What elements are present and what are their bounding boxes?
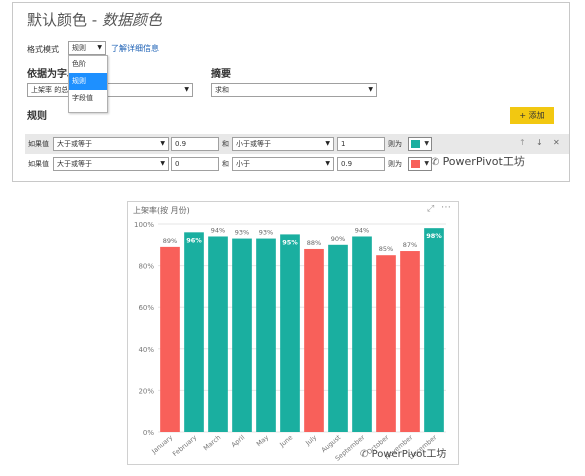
bar bbox=[208, 236, 228, 432]
data-label: 95% bbox=[282, 238, 298, 246]
data-label: 98% bbox=[426, 232, 442, 240]
x-tick-label: July bbox=[303, 433, 318, 447]
format-mode-select[interactable]: 规则 ▼ bbox=[68, 41, 106, 55]
then-label: 则为 bbox=[388, 140, 402, 148]
title-main: 默认颜色 bbox=[27, 11, 88, 29]
and-label: 和 bbox=[222, 140, 229, 148]
if-value-label: 如果值 bbox=[28, 160, 49, 168]
menu-item-color-scale[interactable]: 色阶 bbox=[69, 56, 107, 73]
x-tick-label: April bbox=[230, 433, 247, 449]
y-tick-label: 20% bbox=[138, 387, 154, 395]
operator-1-select[interactable]: 大于或等于 ▼ bbox=[53, 137, 169, 151]
bar bbox=[280, 234, 300, 432]
y-tick-label: 0% bbox=[143, 429, 154, 437]
bar bbox=[160, 246, 180, 432]
watermark-text: PowerPivot工坊 bbox=[442, 155, 525, 168]
bar bbox=[184, 232, 204, 432]
value-1-input[interactable]: 0 bbox=[171, 157, 219, 171]
watermark: ✆ PowerPivot工坊 bbox=[431, 153, 525, 169]
summary-value: 求和 bbox=[215, 86, 229, 94]
move-down-icon[interactable]: ↓ bbox=[536, 138, 543, 147]
bar bbox=[376, 255, 396, 432]
data-label: 94% bbox=[355, 226, 369, 234]
chart-visual[interactable]: 上架率(按 月份) ⤢ ⋯ 0% 20% 40% 60% 80% 100% 89% Janua… bbox=[127, 201, 459, 465]
y-tick-label: 60% bbox=[138, 304, 154, 312]
summary-select[interactable]: 求和 ▼ bbox=[211, 83, 377, 97]
data-label: 96% bbox=[186, 236, 202, 244]
dialog-title: 默认颜色 - 数据颜色 bbox=[27, 9, 162, 30]
value-2-input[interactable]: 0.9 bbox=[337, 157, 385, 171]
add-rule-button[interactable]: + 添加 bbox=[510, 107, 554, 124]
chevron-down-icon: ▼ bbox=[160, 160, 165, 167]
bar-chart: 0%20%40%60%80%100%89%January96%February9… bbox=[134, 221, 446, 463]
rules-label: 规则 bbox=[27, 111, 47, 122]
bar bbox=[424, 228, 444, 432]
data-label: 93% bbox=[235, 229, 249, 237]
chevron-down-icon: ▼ bbox=[184, 86, 189, 93]
wechat-icon: ✆ bbox=[360, 449, 372, 460]
operator-2-select[interactable]: 小于或等于 ▼ bbox=[232, 137, 334, 151]
chevron-down-icon: ▼ bbox=[325, 140, 330, 147]
x-tick-label: February bbox=[171, 433, 198, 458]
color-swatch bbox=[411, 160, 420, 168]
operator-1-value: 大于或等于 bbox=[57, 140, 92, 148]
then-label: 则为 bbox=[388, 160, 402, 168]
operator-2-value: 小于或等于 bbox=[236, 140, 271, 148]
x-tick-label: March bbox=[202, 433, 222, 452]
and-label: 和 bbox=[222, 160, 229, 168]
bar bbox=[256, 238, 276, 432]
operator-2-value: 小于 bbox=[236, 160, 250, 168]
data-label: 89% bbox=[163, 237, 177, 245]
data-label: 94% bbox=[211, 226, 225, 234]
bar bbox=[400, 251, 420, 432]
wechat-icon: ✆ bbox=[431, 157, 443, 168]
format-mode-label: 格式模式 bbox=[27, 45, 59, 54]
chevron-down-icon: ▼ bbox=[424, 160, 429, 167]
operator-1-select[interactable]: 大于或等于 ▼ bbox=[53, 157, 169, 171]
chevron-down-icon: ▼ bbox=[368, 86, 373, 93]
x-tick-label: May bbox=[255, 433, 271, 448]
rule-row: 如果值 大于或等于 ▼ 0.9 和 小于或等于 ▼ 1 则为 ▼ ↑ ↓ ✕ bbox=[25, 134, 569, 154]
learn-more-link[interactable]: 了解详细信息 bbox=[111, 43, 159, 54]
move-up-icon[interactable]: ↑ bbox=[519, 138, 526, 147]
data-label: 93% bbox=[259, 229, 273, 237]
bar bbox=[304, 248, 324, 432]
based-on-value: 上架率 的总 bbox=[31, 86, 69, 94]
chevron-down-icon: ▼ bbox=[97, 44, 102, 51]
bar bbox=[328, 244, 348, 432]
color-picker[interactable]: ▼ bbox=[408, 157, 432, 171]
data-label: 88% bbox=[307, 239, 321, 247]
chevron-down-icon: ▼ bbox=[160, 140, 165, 147]
watermark: ✆ PowerPivot工坊 bbox=[360, 445, 446, 460]
y-tick-label: 40% bbox=[138, 346, 154, 354]
operator-1-value: 大于或等于 bbox=[57, 160, 92, 168]
data-colors-dialog: 默认颜色 - 数据颜色 格式模式 规则 ▼ 了解详细信息 依据为字段 上架率 的总… bbox=[12, 2, 570, 182]
bar bbox=[352, 236, 372, 432]
format-mode-menu: 色阶 规则 字段值 bbox=[68, 55, 108, 113]
bar bbox=[232, 238, 252, 432]
x-tick-label: June bbox=[278, 433, 295, 449]
watermark-text: PowerPivot工坊 bbox=[371, 449, 447, 460]
if-value-label: 如果值 bbox=[28, 140, 49, 148]
color-picker[interactable]: ▼ bbox=[408, 137, 432, 151]
title-separator: - bbox=[87, 11, 102, 29]
y-tick-label: 100% bbox=[134, 221, 154, 229]
data-label: 85% bbox=[379, 245, 393, 253]
format-mode-value: 规则 bbox=[72, 44, 86, 52]
data-label: 90% bbox=[331, 235, 345, 243]
based-on-select[interactable]: 上架率 的总 ▼ bbox=[27, 83, 193, 97]
chevron-down-icon: ▼ bbox=[424, 140, 429, 147]
chevron-down-icon: ▼ bbox=[325, 160, 330, 167]
summary-label: 摘要 bbox=[211, 69, 231, 80]
delete-icon[interactable]: ✕ bbox=[553, 138, 560, 147]
value-1-input[interactable]: 0.9 bbox=[171, 137, 219, 151]
operator-2-select[interactable]: 小于 ▼ bbox=[232, 157, 334, 171]
title-sub: 数据颜色 bbox=[101, 11, 162, 29]
value-2-input[interactable]: 1 bbox=[337, 137, 385, 151]
color-swatch bbox=[411, 140, 420, 148]
y-tick-label: 80% bbox=[138, 263, 154, 271]
data-label: 87% bbox=[403, 241, 417, 249]
menu-item-field-value[interactable]: 字段值 bbox=[69, 90, 107, 107]
menu-item-rules[interactable]: 规则 bbox=[69, 73, 107, 90]
